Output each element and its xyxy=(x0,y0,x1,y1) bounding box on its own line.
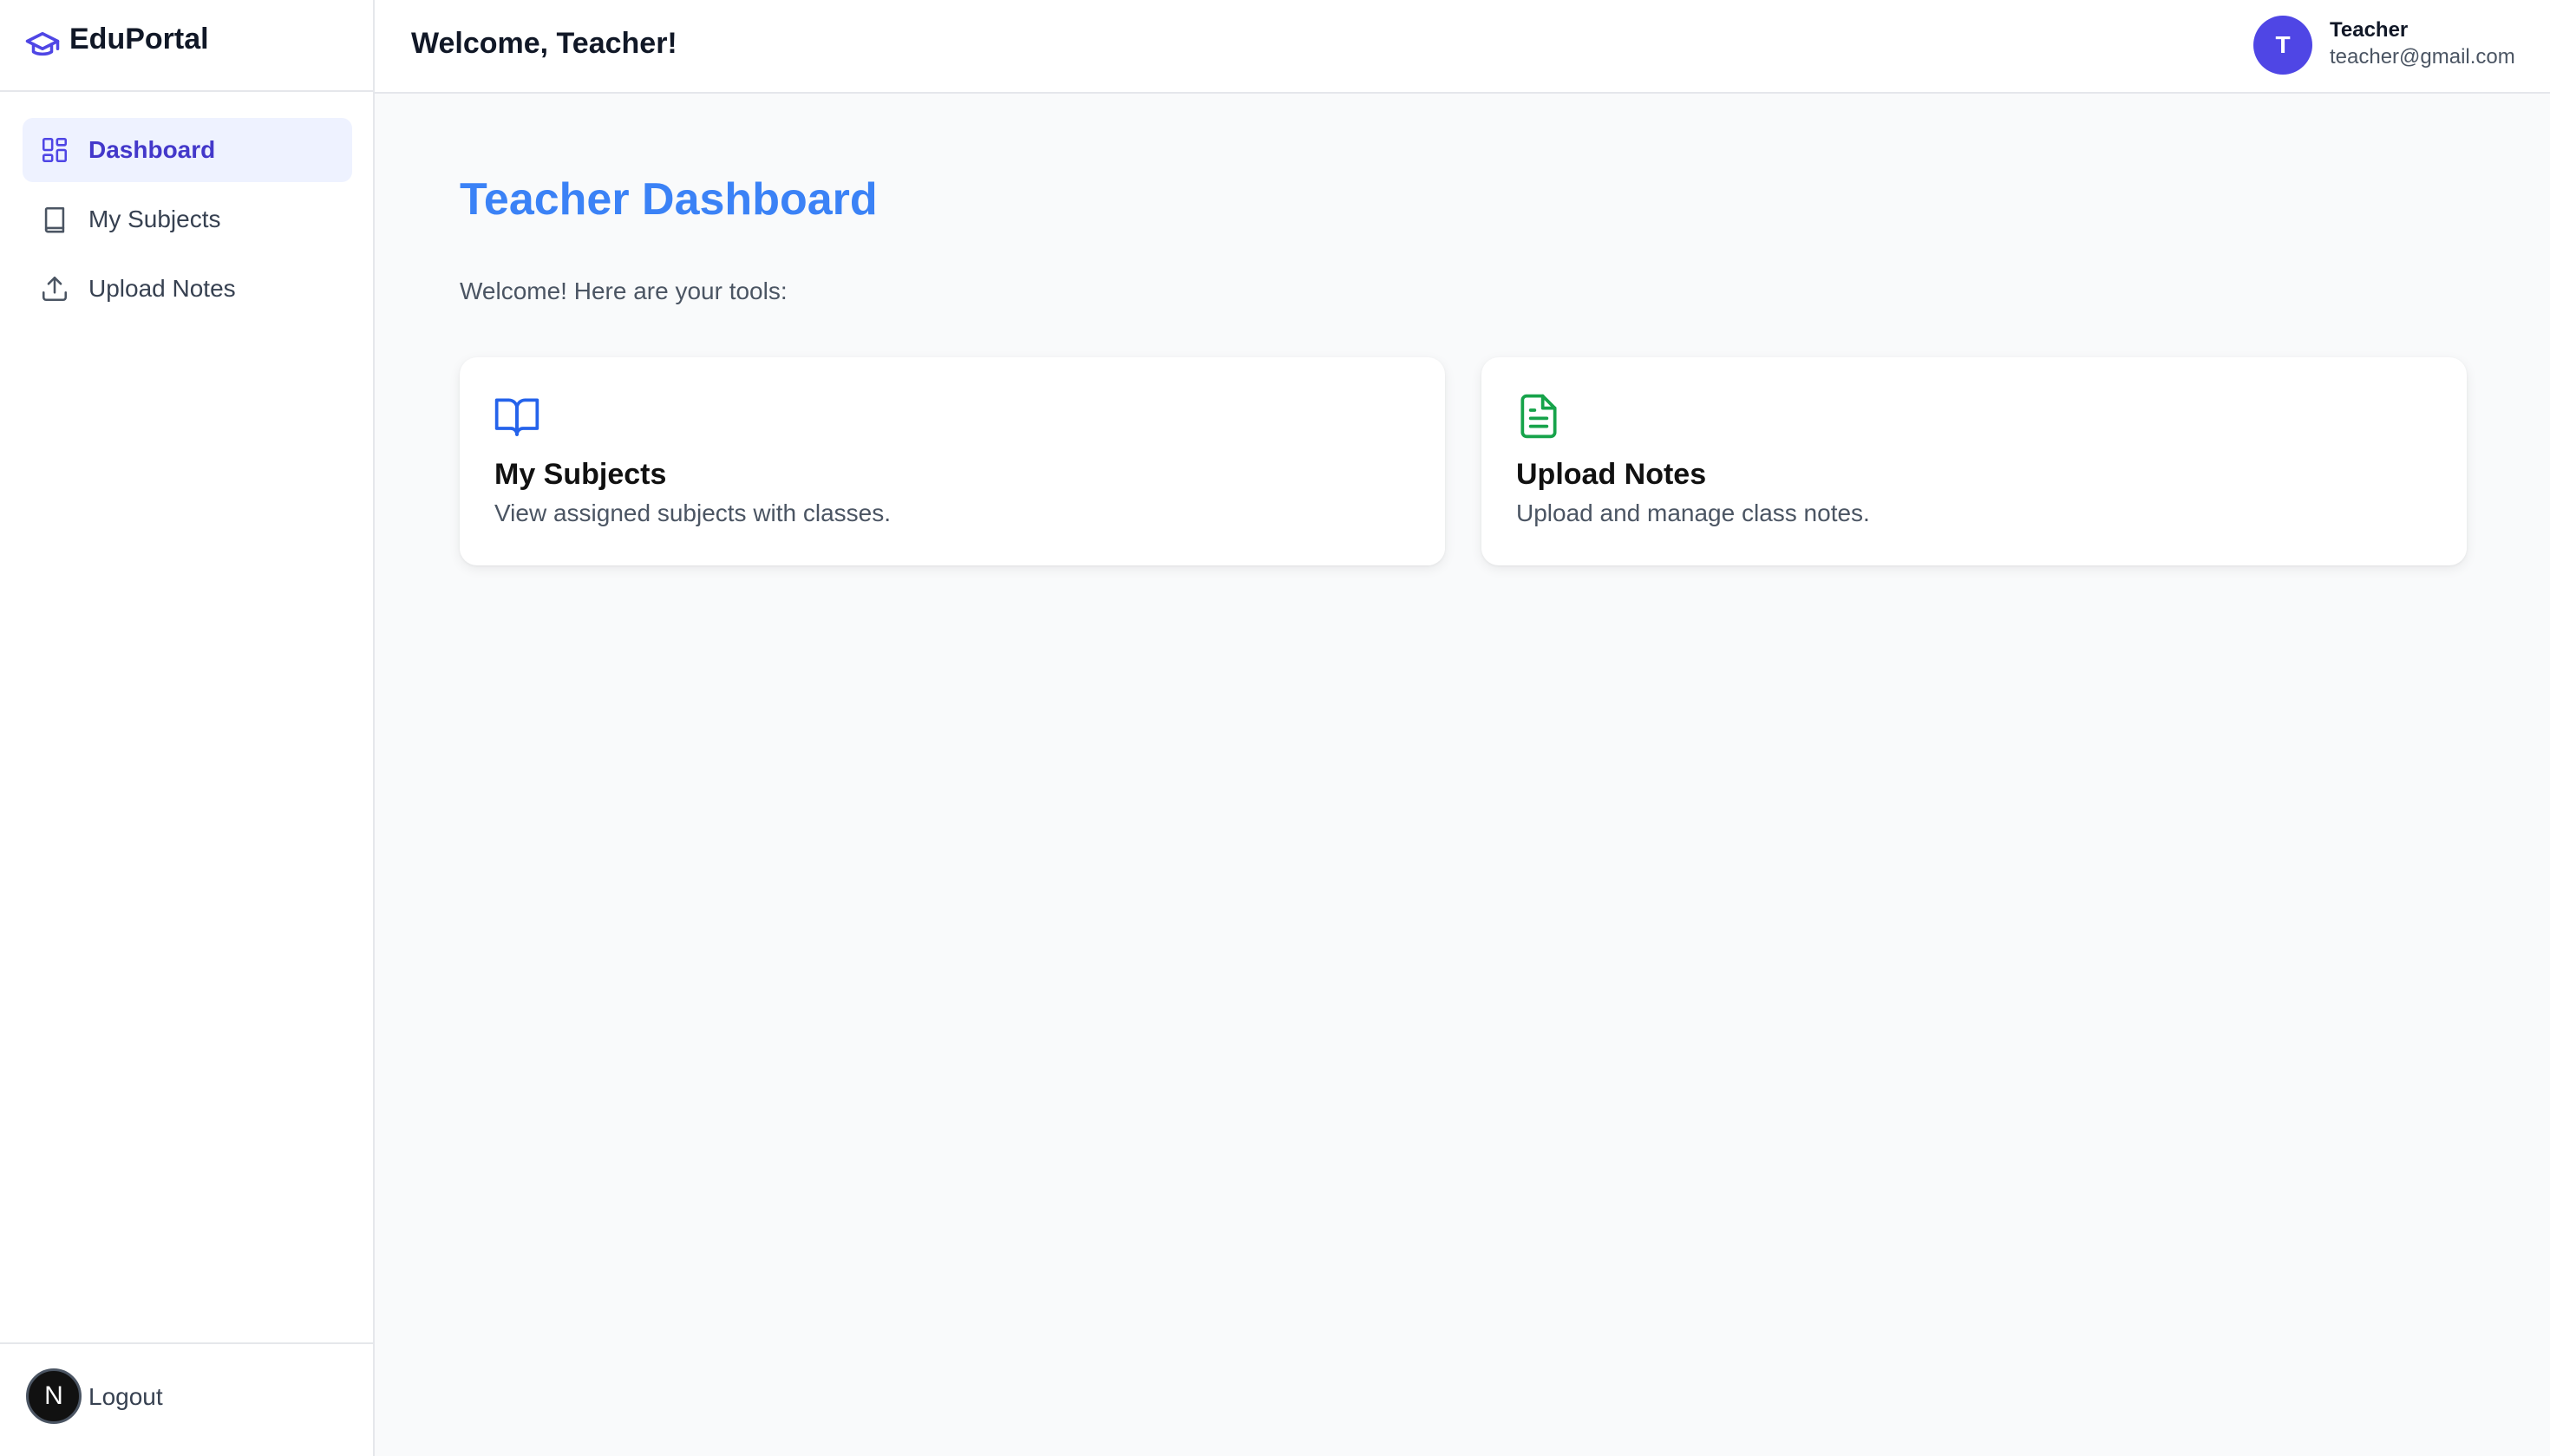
card-my-subjects[interactable]: My Subjects View assigned subjects with … xyxy=(460,357,1445,565)
logout-badge: N xyxy=(26,1368,82,1424)
dashboard-grid-icon xyxy=(40,135,69,165)
sidebar-item-dashboard[interactable]: Dashboard xyxy=(23,118,352,182)
card-title: Upload Notes xyxy=(1516,458,1707,491)
sidebar: EduPortal Dashboard My Subjects Upload N… xyxy=(0,0,375,1456)
header-title: Welcome, Teacher! xyxy=(411,27,677,60)
sidebar-item-label: Upload Notes xyxy=(88,275,236,302)
avatar[interactable]: T xyxy=(2253,16,2312,75)
sidebar-footer: N Logout xyxy=(0,1342,373,1456)
graduation-cap-icon xyxy=(24,26,61,62)
open-book-icon xyxy=(493,392,541,441)
user-email: teacher@gmail.com xyxy=(2330,45,2515,69)
sidebar-item-label: My Subjects xyxy=(88,206,221,232)
card-description: View assigned subjects with classes. xyxy=(494,499,892,526)
document-icon xyxy=(1514,392,1563,441)
book-icon xyxy=(40,205,69,234)
sidebar-item-upload-notes[interactable]: Upload Notes xyxy=(23,257,352,321)
upload-icon xyxy=(40,274,69,304)
card-upload-notes[interactable]: Upload Notes Upload and manage class not… xyxy=(1481,357,2467,565)
top-header: Welcome, Teacher! T Teacher teacher@gmai… xyxy=(375,0,2550,94)
page-title: Teacher Dashboard xyxy=(460,174,878,225)
logout-button[interactable]: N Logout xyxy=(23,1367,283,1427)
user-name: Teacher xyxy=(2330,18,2409,42)
page-subtitle: Welcome! Here are your tools: xyxy=(460,277,788,304)
brand: EduPortal xyxy=(0,0,373,92)
card-title: My Subjects xyxy=(494,458,667,491)
brand-name: EduPortal xyxy=(69,23,209,55)
card-description: Upload and manage class notes. xyxy=(1516,499,1870,526)
logout-label: Logout xyxy=(88,1383,163,1410)
sidebar-item-my-subjects[interactable]: My Subjects xyxy=(23,187,352,251)
sidebar-item-label: Dashboard xyxy=(88,136,216,163)
